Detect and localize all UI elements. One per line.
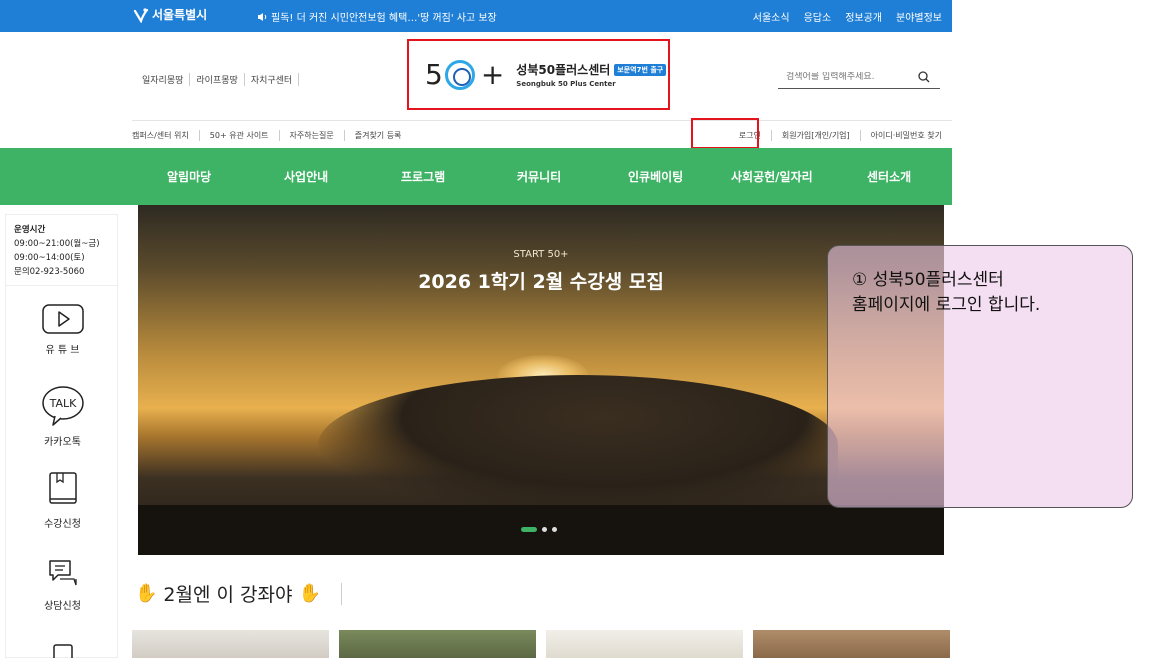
- nav-about[interactable]: 센터소개: [867, 168, 911, 185]
- link-campus-location[interactable]: 캠퍼스/센터 위치: [132, 130, 200, 141]
- link-related-sites[interactable]: 50+ 유관 사이트: [200, 130, 280, 141]
- main-banner[interactable]: START 50+ 2026 1학기 2월 수강생 모집: [138, 205, 944, 555]
- search-input[interactable]: [778, 71, 918, 82]
- login-highlight-box: [691, 118, 759, 149]
- quick-menu: 운영시간 09:00~21:00(월~금) 09:00~14:00(토) 문의0…: [5, 214, 118, 658]
- instruction-callout: ① 성북50플러스센터 홈페이지에 로그인 합니다.: [827, 245, 1133, 508]
- nav-incubating[interactable]: 인큐베이팅: [628, 168, 683, 185]
- banner-title: 2026 1학기 2월 수강생 모집: [418, 271, 664, 293]
- sub-right-links: 로그인 회원가입[개인/기업] 아이디·비밀번호 찾기: [729, 130, 942, 141]
- hours-weekday: 09:00~21:00(월~금): [14, 239, 100, 249]
- banner-cloud: [318, 375, 838, 515]
- hours-title: 운영시간: [14, 225, 46, 235]
- nav-notice[interactable]: 알림마당: [167, 168, 211, 185]
- banner-dot-3[interactable]: [552, 527, 557, 532]
- callout-line-2: 홈페이지에 로그인 합니다.: [852, 295, 1041, 315]
- fifty-plus-mark: 5 +: [425, 58, 505, 91]
- page: 서울특별시 필독! 더 커진 시민안전보험 혜택…'땅 꺼짐' 사고 보장 서울…: [0, 0, 1170, 658]
- news-ticker[interactable]: 필독! 더 커진 시민안전보험 혜택…'땅 꺼짐' 사고 보장: [257, 9, 497, 24]
- seoul-logo-label: 서울특별시: [152, 8, 208, 22]
- seoul-top-bar: 서울특별시 필독! 더 커진 시민안전보험 혜택…'땅 꺼짐' 사고 보장 서울…: [0, 0, 952, 32]
- course-card[interactable]: [546, 630, 743, 658]
- course-card[interactable]: [132, 630, 329, 658]
- seoul-links: 서울소식 응답소 정보공개 분야별정보: [753, 9, 942, 24]
- youtube-icon: [41, 304, 84, 334]
- banner-subtitle: START 50+: [513, 249, 569, 260]
- link-info-disclosure[interactable]: 정보공개: [845, 9, 882, 24]
- search-icon[interactable]: [918, 70, 930, 83]
- heading-divider: [340, 582, 342, 605]
- featured-courses-title: 2월엔 이 강좌야: [163, 584, 293, 606]
- chat-icon: [48, 560, 77, 586]
- course-card[interactable]: [339, 630, 536, 658]
- operating-hours: 운영시간 09:00~21:00(월~금) 09:00~14:00(토) 문의0…: [6, 215, 117, 286]
- course-cards: [132, 630, 950, 658]
- banner-pagination: [521, 527, 557, 532]
- util-links: 일자리몽땅 라이프몽땅 자치구센터: [142, 73, 300, 86]
- kakaotalk-icon: TALK: [41, 386, 84, 426]
- banner-dot-2[interactable]: [542, 527, 547, 532]
- quick-kakaotalk[interactable]: TALK 카카오톡: [6, 385, 119, 448]
- quick-consult-apply-label: 상담신청: [44, 601, 81, 612]
- speaker-icon: [258, 12, 267, 21]
- brand-name-en: Seongbuk 50 Plus Center: [516, 80, 616, 88]
- signup-link[interactable]: 회원가입[개인/기업]: [772, 130, 861, 141]
- quick-course-apply[interactable]: 수강신청: [6, 471, 119, 530]
- quick-consult-apply[interactable]: 상담신청: [6, 557, 119, 612]
- location-tag: 보문역7번 출구: [614, 63, 667, 76]
- sub-util-bar: 캠퍼스/센터 위치 50+ 유관 사이트 자주하는질문 즐겨찾기 등록 로그인 …: [132, 120, 952, 148]
- featured-courses-heading: ✋ 2월엔 이 강좌야 ✋: [135, 580, 342, 607]
- svg-text:TALK: TALK: [48, 397, 77, 410]
- raised-hand-icon: ✋: [298, 583, 321, 604]
- book-icon: [48, 472, 77, 504]
- seoul-logo[interactable]: 서울특별시: [133, 6, 207, 23]
- callout-line-1: ① 성북50플러스센터: [852, 270, 1004, 290]
- quick-course-apply-label: 수강신청: [44, 519, 81, 530]
- raised-hand-icon: ✋: [135, 583, 158, 604]
- link-life-mongttang[interactable]: 라이프몽땅: [190, 73, 245, 86]
- banner-dot-1[interactable]: [521, 527, 537, 532]
- search-bar: [778, 65, 940, 89]
- quick-youtube-label: 유 튜 브: [45, 345, 80, 356]
- quick-more[interactable]: [6, 643, 119, 658]
- link-bookmark[interactable]: 즐겨찾기 등록: [345, 130, 412, 141]
- link-district-center[interactable]: 자치구센터: [245, 73, 300, 86]
- find-account-link[interactable]: 아이디·비밀번호 찾기: [861, 130, 942, 141]
- main-nav: 알림마당 사업안내 프로그램 커뮤니티 인큐베이팅 사회공헌/일자리 센터소개: [0, 148, 952, 205]
- course-card[interactable]: [753, 630, 950, 658]
- news-text: 필독! 더 커진 시민안전보험 혜택…'땅 꺼짐' 사고 보장: [271, 13, 497, 24]
- nav-social-jobs[interactable]: 사회공헌/일자리: [731, 168, 813, 185]
- site-header: 일자리몽땅 라이프몽땅 자치구센터 5 + 성북50플러스센터 보문역7번 출구 …: [0, 32, 952, 120]
- hours-saturday: 09:00~14:00(토): [14, 253, 85, 263]
- nav-program[interactable]: 프로그램: [401, 168, 445, 185]
- link-job-mongttang[interactable]: 일자리몽땅: [142, 73, 191, 86]
- site-logo[interactable]: 5 + 성북50플러스센터 보문역7번 출구 Seongbuk 50 Plus C…: [407, 39, 670, 110]
- link-eungdapso[interactable]: 응답소: [804, 9, 832, 24]
- quick-kakaotalk-label: 카카오톡: [44, 437, 81, 448]
- seoul-logo-icon: [133, 7, 149, 23]
- nav-business[interactable]: 사업안내: [284, 168, 328, 185]
- sub-left-links: 캠퍼스/센터 위치 50+ 유관 사이트 자주하는질문 즐겨찾기 등록: [132, 130, 411, 141]
- quick-youtube[interactable]: 유 튜 브: [6, 303, 119, 356]
- brand-name-ko: 성북50플러스센터: [516, 63, 611, 77]
- link-faq[interactable]: 자주하는질문: [280, 130, 345, 141]
- contact-phone: 문의02-923-5060: [14, 267, 85, 277]
- link-field-info[interactable]: 분야별정보: [896, 9, 942, 24]
- link-seoul-news[interactable]: 서울소식: [753, 9, 790, 24]
- nav-community[interactable]: 커뮤니티: [517, 168, 561, 185]
- document-icon: [52, 644, 73, 658]
